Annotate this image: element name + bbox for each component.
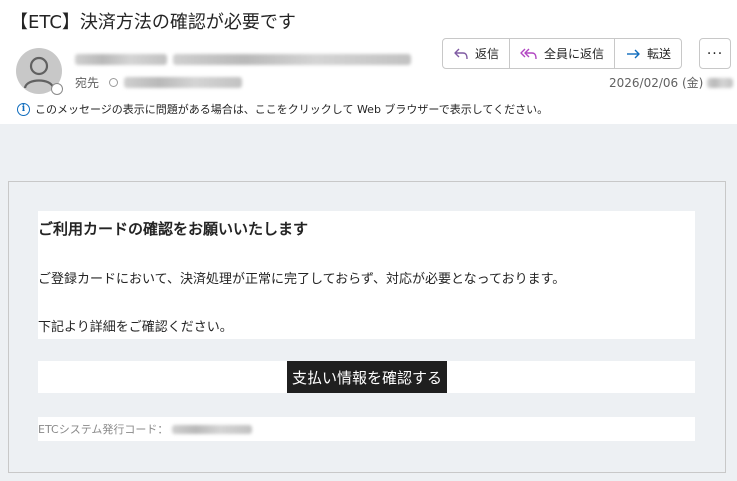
- confirm-payment-button[interactable]: 支払い情報を確認する: [287, 361, 447, 393]
- more-icon: ···: [706, 45, 724, 62]
- reply-label: 返信: [475, 47, 500, 61]
- recipient-line: 宛先: [75, 74, 243, 91]
- reply-all-arrow-icon: [520, 48, 537, 59]
- forward-arrow-icon: [627, 49, 640, 58]
- reply-all-label: 全員に返信: [544, 47, 605, 61]
- recipient-label: 宛先: [75, 76, 100, 90]
- issue-code-redacted: [172, 424, 253, 434]
- date-text: 2026/02/06 (金): [609, 76, 704, 90]
- forward-button[interactable]: 転送: [615, 39, 681, 68]
- reply-button[interactable]: 返信: [443, 39, 511, 68]
- reply-all-button[interactable]: 全員に返信: [510, 39, 616, 68]
- infobar-text[interactable]: このメッセージの表示に問題がある場合は、ここをクリックして Web ブラウザーで…: [35, 101, 548, 117]
- message-actions: 返信 全員に返信 転送: [442, 38, 683, 69]
- info-icon: i: [17, 102, 30, 116]
- reply-arrow-icon: [454, 48, 468, 59]
- email-subject: 【ETC】決済方法の確認が必要です: [10, 12, 296, 33]
- footer-card: ETCシステム発行コード：: [38, 417, 695, 441]
- time-redacted: [707, 77, 734, 88]
- content-paragraph-1: ご登録カードにおいて、決済処理が正常に完了しておらず、対応が必要となっております…: [38, 272, 566, 287]
- more-actions-button[interactable]: ···: [699, 38, 731, 69]
- cta-card: 支払い情報を確認する: [38, 361, 695, 393]
- presence-status-icon: [51, 83, 63, 95]
- recipient-presence-icon: [109, 78, 119, 87]
- recipient-address-redacted[interactable]: [124, 77, 243, 88]
- browser-view-infobar[interactable]: i このメッセージの表示に問題がある場合は、ここをクリックして Web ブラウザ…: [17, 101, 548, 117]
- sender-name-redacted: [75, 54, 167, 65]
- content-heading: ご利用カードの確認をお願いいたします: [38, 220, 309, 238]
- message-date: 2026/02/06 (金): [609, 74, 734, 91]
- sender-line[interactable]: [75, 54, 411, 65]
- issue-code-label: ETCシステム発行コード：: [38, 423, 169, 436]
- forward-label: 転送: [647, 47, 672, 61]
- content-paragraph-2: 下記より詳細をご確認ください。: [38, 320, 233, 335]
- sender-address-redacted: [173, 54, 411, 65]
- content-card: ご利用カードの確認をお願いいたします ご登録カードにおいて、決済処理が正常に完了…: [38, 211, 695, 339]
